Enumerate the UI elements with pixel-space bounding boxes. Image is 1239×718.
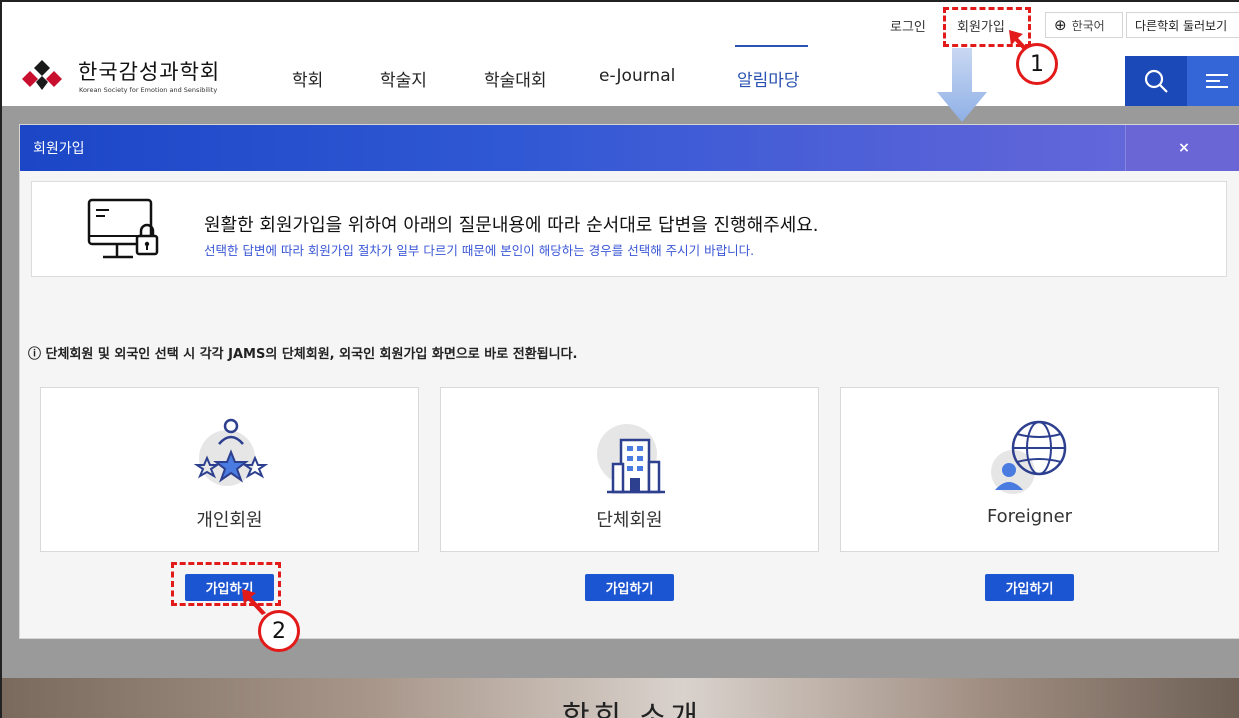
nav-item-notice[interactable]: 알림마당	[737, 66, 800, 91]
nav-item-society[interactable]: 학회	[292, 66, 323, 91]
info-box: 원활한 회원가입을 위하여 아래의 질문내용에 따라 순서대로 답변을 진행해주…	[31, 181, 1227, 277]
nav-item-journal[interactable]: 학술지	[380, 66, 427, 91]
close-icon: ×	[1178, 140, 1190, 156]
browser-viewport: 로그인 회원가입 ⊕ 한국어 다른학회 둘러보기 한국감성과학회 Korean …	[0, 0, 1239, 718]
logo-subtitle: Korean Society for Emotion and Sensibili…	[79, 86, 218, 94]
language-selector[interactable]: ⊕ 한국어	[1045, 12, 1123, 38]
search-icon	[1144, 69, 1168, 93]
step-badge-2: 2	[258, 610, 300, 652]
pointer-arrow-2-icon	[242, 589, 266, 615]
card-organization[interactable]: 단체회원	[440, 387, 819, 552]
other-societies-button[interactable]: 다른학회 둘러보기	[1126, 12, 1239, 38]
nav-item-conference[interactable]: 학술대회	[484, 66, 547, 91]
menu-icon	[1206, 74, 1228, 88]
utility-bar: 로그인 회원가입 ⊕ 한국어 다른학회 둘러보기	[2, 2, 1239, 44]
logo-title[interactable]: 한국감성과학회	[78, 56, 220, 86]
login-link[interactable]: 로그인	[890, 16, 926, 35]
modal-header: 회원가입 ×	[20, 125, 1239, 171]
globe-person-icon	[991, 420, 1067, 494]
join-foreigner-button[interactable]: 가입하기	[985, 574, 1074, 601]
card-label: Foreigner	[986, 506, 1073, 527]
building-icon	[597, 424, 665, 494]
card-label: 개인회원	[196, 510, 263, 531]
logo-mark-icon[interactable]	[20, 58, 64, 92]
active-nav-indicator	[735, 45, 808, 47]
step-badge-1: 1	[1016, 43, 1058, 85]
globe-icon: ⊕	[1054, 16, 1067, 34]
info-sub-text: 선택한 답변에 따라 회원가입 절차가 일부 다르기 때문에 본인이 해당하는 …	[204, 243, 755, 258]
info-main-text: 원활한 회원가입을 위하여 아래의 질문내용에 따라 순서대로 답변을 진행해주…	[204, 215, 819, 236]
modal-title: 회원가입	[33, 141, 85, 157]
close-button[interactable]: ×	[1125, 125, 1239, 171]
nav-item-ejournal[interactable]: e-Journal	[599, 66, 675, 86]
notice-text: ⓘ 단체회원 및 외국인 선택 시 각각 JAMS의 단체회원, 외국인 회원가…	[28, 347, 578, 362]
join-organization-button[interactable]: 가입하기	[585, 574, 674, 601]
person-stars-icon	[193, 418, 269, 486]
card-label: 단체회원	[596, 510, 663, 531]
menu-button[interactable]	[1187, 56, 1239, 106]
card-individual[interactable]: 개인회원	[40, 387, 419, 552]
card-foreigner[interactable]: Foreigner	[840, 387, 1219, 552]
down-arrow-icon	[937, 48, 987, 122]
language-label: 한국어	[1071, 18, 1105, 33]
search-button[interactable]	[1125, 56, 1187, 106]
background-heading: 학회 소개	[562, 700, 702, 718]
monitor-lock-icon	[87, 198, 159, 259]
